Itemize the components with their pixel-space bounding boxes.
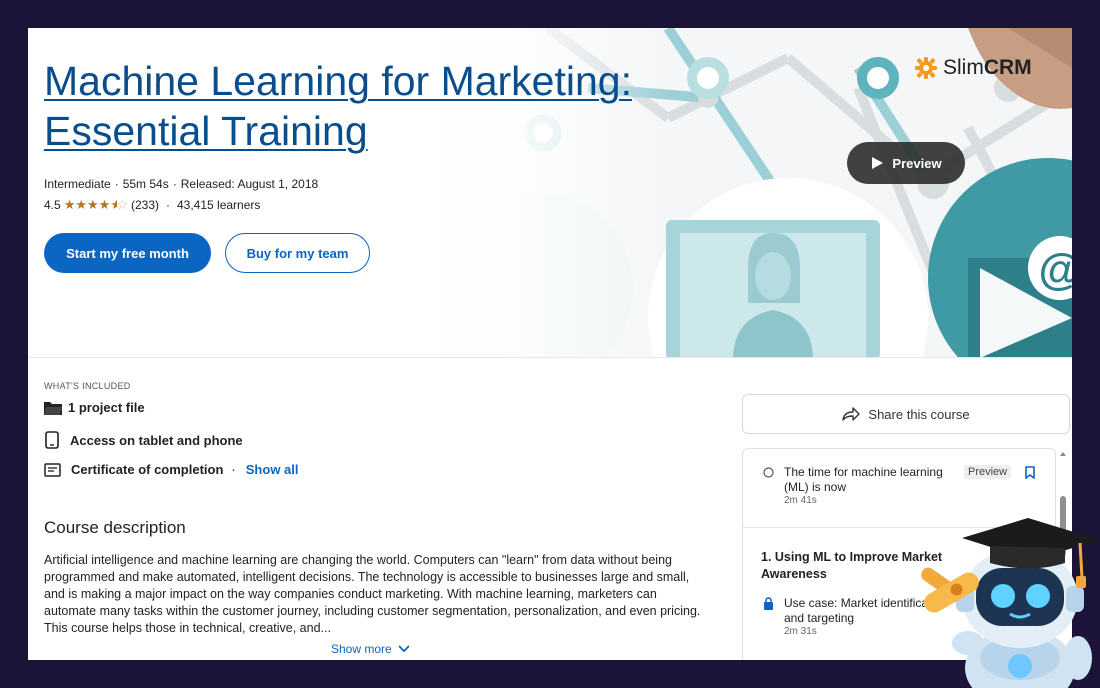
bookmark-icon[interactable] [1025,466,1035,479]
course-hero: @ Machine Learning for Marketing: Essent… [28,28,1072,358]
course-rating: 4.5 ★★★★★☆ (233) · 43,415 learners [44,197,260,213]
rating-count: (233) [130,198,159,212]
share-course-label: Share this course [868,406,970,422]
show-all-link[interactable]: Show all [246,462,299,477]
buy-for-team-button[interactable]: Buy for my team [225,233,370,273]
share-arrow-icon [842,407,861,421]
preview-button[interactable]: Preview [847,142,965,184]
share-course-button[interactable]: Share this course [742,394,1070,434]
rating-stars-icon: ★★★★★☆ [63,197,128,212]
included-item-tablet-access: Access on tablet and phone [44,431,243,449]
included-item-project-file: 1 project file [44,400,145,415]
slimcrm-logo: Slim CRM [914,56,1032,80]
course-level: Intermediate [44,177,111,191]
course-release-date: Released: August 1, 2018 [180,177,319,191]
included-item-certificate: Certificate of completion · Show all [44,462,299,477]
certificate-icon [44,462,61,477]
lock-icon [764,597,773,610]
preview-label: Preview [892,155,942,171]
separator-dot: · [114,177,119,191]
not-started-circle-icon [763,467,774,478]
preview-badge: Preview [964,465,1012,479]
separator-dot: · [165,198,170,212]
included-item-label: Certificate of completion [71,462,224,477]
robot-graduate-mascot [921,518,1100,688]
show-more-label: Show more [331,642,392,656]
toc-item-intro[interactable]: The time for machine learning (ML) is no… [763,465,1053,506]
logo-text-bold: CRM [983,56,1032,79]
course-description-text: Artificial intelligence and machine lear… [44,553,701,635]
start-free-month-button[interactable]: Start my free month [44,233,211,273]
show-more-button[interactable]: Show more [331,642,410,656]
whats-included-heading: WHAT'S INCLUDED [44,381,131,391]
course-duration: 55m 54s [122,177,169,191]
rating-value: 4.5 [44,198,61,212]
play-icon [872,157,884,169]
folder-icon [44,401,62,415]
included-item-label: 1 project file [68,400,145,415]
separator-dot: · [231,462,236,477]
separator-dot: · [172,177,177,191]
tablet-icon [45,431,59,449]
included-item-label: Access on tablet and phone [70,432,243,448]
toc-item-duration: 2m 41s [784,495,817,506]
course-title[interactable]: Machine Learning for Marketing: Essentia… [44,56,684,156]
gear-icon [915,57,937,79]
course-meta: Intermediate · 55m 54s · Released: August 1,… [44,177,318,191]
course-description-heading: Course description [44,518,186,537]
logo-text-light: Slim [943,56,984,79]
toc-item-title: The time for machine learning (ML) is no… [784,465,943,494]
svg-text:@: @ [1039,245,1072,294]
learner-count: 43,415 learners [176,198,261,212]
chevron-down-icon [398,645,410,653]
